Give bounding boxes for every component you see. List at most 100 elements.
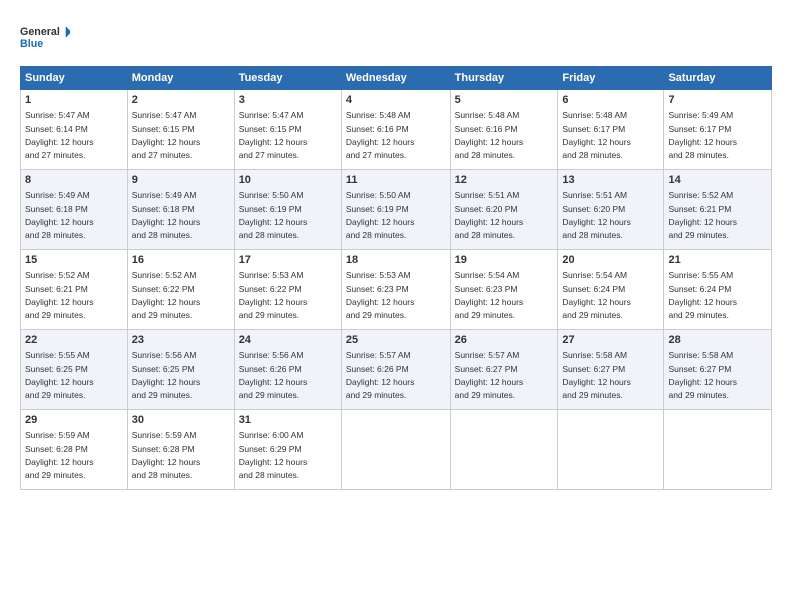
day-number: 27 bbox=[562, 333, 659, 348]
col-header-tuesday: Tuesday bbox=[234, 67, 341, 90]
day-detail-line: Sunrise: 5:57 AM bbox=[455, 350, 520, 360]
day-cell: 10Sunrise: 5:50 AMSunset: 6:19 PMDayligh… bbox=[234, 170, 341, 250]
day-detail-line: and 29 minutes. bbox=[346, 390, 406, 400]
col-header-sunday: Sunday bbox=[21, 67, 128, 90]
day-number: 12 bbox=[455, 173, 554, 188]
day-number: 19 bbox=[455, 253, 554, 268]
day-detail-line: and 28 minutes. bbox=[562, 150, 622, 160]
day-detail-line: and 28 minutes. bbox=[455, 230, 515, 240]
day-detail-line: Sunset: 6:23 PM bbox=[346, 284, 409, 294]
day-cell: 29Sunrise: 5:59 AMSunset: 6:28 PMDayligh… bbox=[21, 410, 128, 490]
day-detail-line: Sunrise: 5:50 AM bbox=[346, 190, 411, 200]
col-header-friday: Friday bbox=[558, 67, 664, 90]
col-header-monday: Monday bbox=[127, 67, 234, 90]
day-detail-line: Sunset: 6:19 PM bbox=[346, 204, 409, 214]
col-header-saturday: Saturday bbox=[664, 67, 772, 90]
day-detail-line: and 29 minutes. bbox=[455, 310, 515, 320]
day-number: 11 bbox=[346, 173, 446, 188]
day-detail-line: Sunrise: 5:49 AM bbox=[25, 190, 90, 200]
day-detail-line: Sunrise: 5:54 AM bbox=[455, 270, 520, 280]
day-detail-line: Daylight: 12 hours bbox=[346, 217, 415, 227]
day-detail-line: Sunset: 6:29 PM bbox=[239, 444, 302, 454]
day-detail-line: Daylight: 12 hours bbox=[668, 377, 737, 387]
day-detail-line: Daylight: 12 hours bbox=[132, 217, 201, 227]
day-detail-line: Sunset: 6:24 PM bbox=[562, 284, 625, 294]
col-header-wednesday: Wednesday bbox=[341, 67, 450, 90]
day-detail-line: and 29 minutes. bbox=[239, 310, 299, 320]
day-detail-line: Sunset: 6:20 PM bbox=[455, 204, 518, 214]
col-header-thursday: Thursday bbox=[450, 67, 558, 90]
day-detail-line: Sunrise: 5:53 AM bbox=[239, 270, 304, 280]
day-detail-line: and 28 minutes. bbox=[346, 230, 406, 240]
day-cell: 17Sunrise: 5:53 AMSunset: 6:22 PMDayligh… bbox=[234, 250, 341, 330]
day-detail-line: and 29 minutes. bbox=[562, 310, 622, 320]
day-number: 14 bbox=[668, 173, 767, 188]
day-detail-line: Sunrise: 5:47 AM bbox=[132, 110, 197, 120]
day-cell: 4Sunrise: 5:48 AMSunset: 6:16 PMDaylight… bbox=[341, 90, 450, 170]
day-detail-line: Sunrise: 5:59 AM bbox=[132, 430, 197, 440]
calendar-body: 1Sunrise: 5:47 AMSunset: 6:14 PMDaylight… bbox=[21, 90, 772, 490]
day-cell: 27Sunrise: 5:58 AMSunset: 6:27 PMDayligh… bbox=[558, 330, 664, 410]
day-detail-line: Daylight: 12 hours bbox=[25, 297, 94, 307]
day-number: 1 bbox=[25, 93, 123, 108]
day-cell: 9 Sunrise: 5:49 AM Sunset: 6:18 PM Daylight… bbox=[127, 170, 234, 250]
day-cell bbox=[450, 410, 558, 490]
column-header-row: SundayMondayTuesdayWednesdayThursdayFrid… bbox=[21, 67, 772, 90]
day-cell: 30Sunrise: 5:59 AMSunset: 6:28 PMDayligh… bbox=[127, 410, 234, 490]
day-detail-line: Daylight: 12 hours bbox=[455, 377, 524, 387]
day-detail-line: and 29 minutes. bbox=[455, 390, 515, 400]
day-detail-line: Sunrise: 5:55 AM bbox=[25, 350, 90, 360]
day-number: 10 bbox=[239, 173, 337, 188]
day-cell: 11 Sunrise: 5:50 AM Sunset: 6:19 PM Dayligh… bbox=[341, 170, 450, 250]
day-cell: 23Sunrise: 5:56 AMSunset: 6:25 PMDayligh… bbox=[127, 330, 234, 410]
day-detail-line: and 29 minutes. bbox=[132, 310, 192, 320]
week-row-2: 8Sunrise: 5:49 AMSunset: 6:18 PMDaylight… bbox=[21, 170, 772, 250]
day-cell: 18Sunrise: 5:53 AMSunset: 6:23 PMDayligh… bbox=[341, 250, 450, 330]
day-detail-line: and 29 minutes. bbox=[25, 310, 85, 320]
day-detail-line: Sunrise: 5:55 AM bbox=[668, 270, 733, 280]
day-number: 24 bbox=[239, 333, 337, 348]
day-number: 9 bbox=[132, 173, 230, 188]
day-detail-line: Daylight: 12 hours bbox=[25, 217, 94, 227]
day-detail-line: and 27 minutes. bbox=[239, 150, 299, 160]
day-detail-line: Sunrise: 5:56 AM bbox=[239, 350, 304, 360]
day-detail-line: Sunrise: 5:58 AM bbox=[668, 350, 733, 360]
day-detail-line: and 28 minutes. bbox=[132, 230, 192, 240]
day-detail-line: Daylight: 12 hours bbox=[132, 137, 201, 147]
day-detail-line: Daylight: 12 hours bbox=[668, 137, 737, 147]
day-detail-line: Sunrise: 5:52 AM bbox=[132, 270, 197, 280]
day-detail-line: Sunset: 6:27 PM bbox=[562, 364, 625, 374]
day-detail-line: Daylight: 12 hours bbox=[239, 297, 308, 307]
day-cell: 15Sunrise: 5:52 AMSunset: 6:21 PMDayligh… bbox=[21, 250, 128, 330]
day-number: 3 bbox=[239, 93, 337, 108]
day-detail-line: and 29 minutes. bbox=[132, 390, 192, 400]
day-cell bbox=[664, 410, 772, 490]
day-detail-line: Sunrise: 5:47 AM bbox=[25, 110, 90, 120]
day-detail-line: Daylight: 12 hours bbox=[239, 137, 308, 147]
day-detail-line: Daylight: 12 hours bbox=[562, 217, 631, 227]
day-detail-line: Sunset: 6:15 PM bbox=[132, 124, 195, 134]
day-detail-line: Sunset: 6:18 PM bbox=[132, 204, 195, 214]
day-detail-line: and 28 minutes. bbox=[239, 470, 299, 480]
day-cell: 6Sunrise: 5:48 AMSunset: 6:17 PMDaylight… bbox=[558, 90, 664, 170]
day-detail-line: Sunrise: 5:49 AM bbox=[132, 190, 197, 200]
day-detail-line: Sunset: 6:28 PM bbox=[132, 444, 195, 454]
day-detail-line: Daylight: 12 hours bbox=[132, 377, 201, 387]
day-detail-line: Sunset: 6:22 PM bbox=[132, 284, 195, 294]
day-detail-line: Sunset: 6:23 PM bbox=[455, 284, 518, 294]
day-detail-line: and 29 minutes. bbox=[25, 390, 85, 400]
day-detail-line: Sunrise: 5:59 AM bbox=[25, 430, 90, 440]
day-detail-line: Daylight: 12 hours bbox=[455, 137, 524, 147]
day-number: 6 bbox=[562, 93, 659, 108]
day-detail-line: and 29 minutes. bbox=[346, 310, 406, 320]
day-cell: 24Sunrise: 5:56 AMSunset: 6:26 PMDayligh… bbox=[234, 330, 341, 410]
day-number: 13 bbox=[562, 173, 659, 188]
week-row-3: 15Sunrise: 5:52 AMSunset: 6:21 PMDayligh… bbox=[21, 250, 772, 330]
day-detail-line: and 27 minutes. bbox=[346, 150, 406, 160]
day-detail-line: Daylight: 12 hours bbox=[455, 217, 524, 227]
day-detail-line: Daylight: 12 hours bbox=[239, 217, 308, 227]
day-detail-line: Sunset: 6:25 PM bbox=[132, 364, 195, 374]
day-detail-line: Sunset: 6:26 PM bbox=[346, 364, 409, 374]
day-cell: 1Sunrise: 5:47 AMSunset: 6:14 PMDaylight… bbox=[21, 90, 128, 170]
day-detail-line: Sunset: 6:21 PM bbox=[668, 204, 731, 214]
